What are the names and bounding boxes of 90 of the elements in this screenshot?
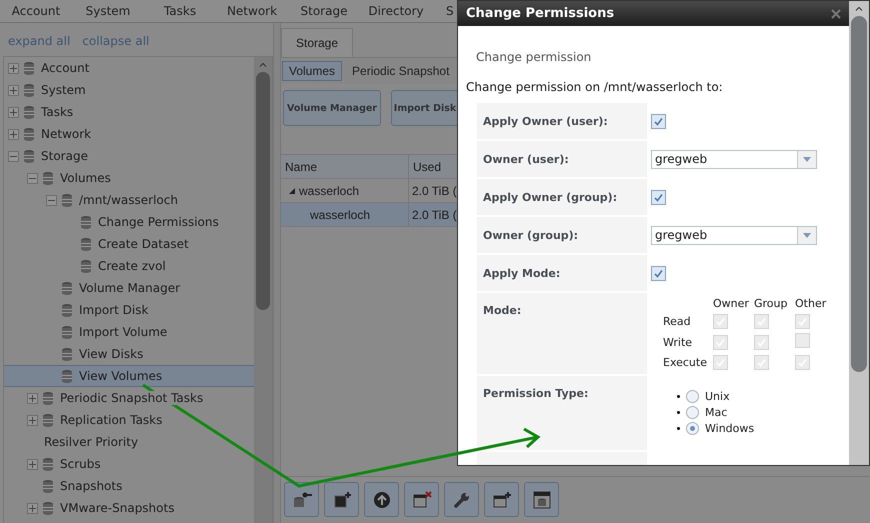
checkmark-icon <box>654 268 663 278</box>
bullet-icon <box>677 427 680 430</box>
toolbar-button[interactable] <box>284 482 319 517</box>
field-label: Permission Type: <box>477 376 647 450</box>
radio-button[interactable] <box>686 422 699 435</box>
checkmark-icon <box>757 338 766 346</box>
expand-toggle[interactable] <box>8 128 19 140</box>
field-label: Mode: <box>477 293 647 374</box>
plus-icon <box>10 86 17 94</box>
scrollbar[interactable] <box>254 57 272 523</box>
plus-icon <box>29 416 36 424</box>
add-table-icon <box>492 490 512 510</box>
scroll-up-icon[interactable] <box>855 6 863 11</box>
menu-item[interactable]: Network <box>216 0 288 22</box>
bullet-icon <box>677 411 680 414</box>
owner-select[interactable]: gregweb <box>651 150 817 168</box>
toolbar-button[interactable] <box>324 482 359 517</box>
expand-toggle[interactable] <box>27 414 38 426</box>
expand-toggle[interactable] <box>27 458 38 470</box>
checkmark-icon <box>654 116 663 126</box>
storage-tab[interactable]: Storage <box>281 28 353 57</box>
collapse-toggle[interactable] <box>46 194 57 206</box>
toolbar-button[interactable] <box>364 482 399 517</box>
expand-toggle[interactable] <box>27 392 38 404</box>
delete-table-icon <box>412 490 432 510</box>
plus-icon <box>29 504 36 512</box>
collapse-toggle[interactable] <box>27 172 38 184</box>
close-icon[interactable] <box>831 8 841 18</box>
checkmark-icon <box>654 192 663 202</box>
owner-select[interactable]: gregweb <box>651 226 817 244</box>
checkmark-icon <box>716 338 725 346</box>
column-label: Group <box>754 297 788 310</box>
option-label: Unix <box>705 390 730 403</box>
toolbar-button[interactable] <box>404 482 439 517</box>
menu-item[interactable]: System <box>72 0 144 22</box>
radio-button[interactable] <box>686 406 699 419</box>
table-cell: wasserloch <box>281 179 409 202</box>
toolbar-button[interactable] <box>444 482 479 517</box>
option-label: Windows <box>705 422 754 435</box>
plus-icon <box>29 394 36 402</box>
expand-toggle[interactable] <box>27 502 38 514</box>
permission-label: Execute <box>663 356 708 369</box>
menu-item[interactable]: Account <box>0 0 72 22</box>
dialog-title: Change Permissions <box>466 6 614 21</box>
column-header[interactable]: Name <box>281 155 409 178</box>
toolbar-button[interactable] <box>524 482 559 517</box>
menu-item[interactable]: Directory <box>360 0 432 22</box>
expand-toggle[interactable] <box>8 62 19 74</box>
scroll-up-icon[interactable] <box>259 62 267 67</box>
plus-icon <box>10 108 17 116</box>
action-button[interactable]: Volume Manager <box>283 90 381 126</box>
action-button[interactable]: Import Disk <box>391 90 459 126</box>
tree-item[interactable]: View Volumes <box>4 365 254 387</box>
bullet-icon <box>677 395 680 398</box>
menu-item[interactable]: Tasks <box>144 0 216 22</box>
menu-item[interactable]: Storage <box>288 0 360 22</box>
field-label: Owner (group): <box>477 217 647 253</box>
dropdown-arrow-icon <box>803 156 811 162</box>
scrollbar[interactable] <box>849 1 869 465</box>
dropdown-arrow-icon <box>803 232 811 238</box>
checkbox[interactable] <box>651 266 666 280</box>
sub-tab[interactable]: Periodic Snapshot <box>345 61 456 81</box>
dialog-heading: Change permission <box>476 50 592 64</box>
plus-icon <box>29 460 36 468</box>
add-square-icon <box>332 490 352 510</box>
checkbox[interactable] <box>651 190 666 204</box>
table-cell: wasserloch <box>281 203 409 226</box>
field-label: Owner (user): <box>477 141 647 177</box>
database-table-icon <box>532 490 552 510</box>
plus-icon <box>10 130 17 138</box>
field-label: Apply Mode: <box>477 255 647 291</box>
upload-icon <box>372 490 392 510</box>
checkbox[interactable] <box>651 114 666 128</box>
expand-toggle[interactable] <box>8 106 19 118</box>
sub-tab[interactable]: Volumes <box>282 61 342 81</box>
column-label: Owner <box>713 297 750 310</box>
collapse-toggle[interactable] <box>8 150 19 162</box>
expand-toggle[interactable] <box>8 84 19 96</box>
field-label: Apply Owner (user): <box>477 103 647 139</box>
database-key-icon <box>292 490 312 510</box>
triangle-icon[interactable] <box>289 188 295 194</box>
dialog-intro: Change permission on /mnt/wasserloch to: <box>466 80 724 94</box>
plus-icon <box>10 64 17 72</box>
permission-label: Read <box>663 315 692 328</box>
toolbar-button[interactable] <box>484 482 519 517</box>
permission-label: Write <box>663 336 694 348</box>
column-label: Other <box>795 297 828 310</box>
option-label: Mac <box>705 406 728 419</box>
field-label: Apply Owner (group): <box>477 179 647 215</box>
radio-button[interactable] <box>686 390 699 403</box>
